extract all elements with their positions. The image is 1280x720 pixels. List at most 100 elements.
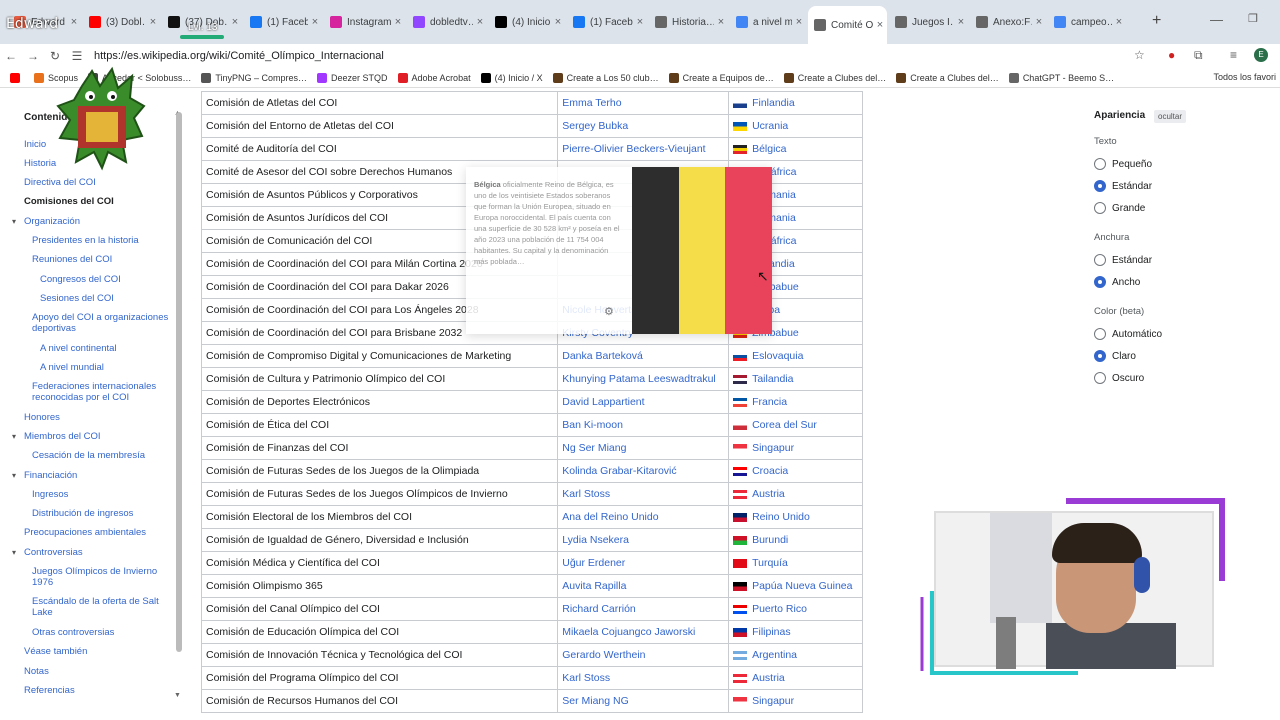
chair-link[interactable]: Lydia Nsekera <box>557 528 730 552</box>
toc-item[interactable]: Juegos Olímpicos de Invierno 1976 <box>32 566 174 588</box>
close-icon[interactable]: × <box>146 16 160 28</box>
toc-scrollbar[interactable] <box>176 112 182 652</box>
toc-item[interactable]: Comisiones del COI <box>24 196 114 207</box>
country-link[interactable]: Argentina <box>752 649 797 661</box>
close-icon[interactable]: × <box>67 16 81 28</box>
toc-item[interactable]: A nivel continental <box>40 343 117 354</box>
toc-item[interactable]: Apoyo del COI a organizaciones deportiva… <box>32 312 174 334</box>
toc-item[interactable]: Reuniones del COI <box>32 254 112 265</box>
gear-icon[interactable]: ⚙ <box>604 305 614 318</box>
browser-tab[interactable]: (4) Inicio…× <box>489 8 565 36</box>
close-icon[interactable]: × <box>391 16 405 28</box>
chair-link[interactable]: Pierre-Olivier Beckers-Vieujant <box>557 137 730 161</box>
toc-item[interactable]: Directiva del COI <box>24 177 96 188</box>
toc-item[interactable]: Presidentes en la historia <box>32 235 139 246</box>
radio-button[interactable] <box>1094 350 1106 362</box>
url-field[interactable]: https://es.wikipedia.org/wiki/Comité_Olí… <box>94 50 384 62</box>
close-icon[interactable]: × <box>633 16 647 28</box>
chair-link[interactable]: Auvita Rapilla <box>557 574 730 598</box>
toc-item[interactable]: Ingresos <box>32 489 68 500</box>
appearance-option[interactable]: Pequeño <box>1094 158 1152 170</box>
appearance-option[interactable]: Estándar <box>1094 180 1152 192</box>
close-icon[interactable]: × <box>792 16 806 28</box>
browser-tab[interactable]: Historia… × <box>649 8 728 36</box>
menu-list-icon[interactable]: ≡ <box>1230 48 1237 62</box>
radio-button[interactable] <box>1094 372 1106 384</box>
chair-link[interactable]: David Lappartient <box>557 390 730 414</box>
chair-link[interactable]: Ana del Reino Unido <box>557 505 730 529</box>
chair-link[interactable]: Karl Stoss <box>557 482 730 506</box>
close-icon[interactable]: × <box>873 19 887 31</box>
bookmark-item[interactable] <box>10 72 24 83</box>
country-link[interactable]: Austria <box>752 672 785 684</box>
restore-icon[interactable]: ❐ <box>1248 12 1258 25</box>
chair-link[interactable]: Ng Ser Miang <box>557 436 730 460</box>
chair-link[interactable]: Karl Stoss <box>557 666 730 690</box>
scroll-down-icon[interactable]: ▼ <box>174 692 181 699</box>
close-icon[interactable]: × <box>473 16 487 28</box>
back-icon[interactable]: ← <box>0 49 22 63</box>
country-link[interactable]: Francia <box>752 396 787 408</box>
toc-item[interactable]: Controversias <box>24 547 83 558</box>
browser-tab[interactable]: Comité O…× <box>808 6 887 44</box>
browser-tab[interactable]: dobledtv…× <box>407 8 487 36</box>
close-icon[interactable]: × <box>954 16 968 28</box>
toc-item[interactable]: Financiación <box>24 470 77 481</box>
close-icon[interactable]: × <box>1112 16 1126 28</box>
appearance-option[interactable]: Estándar <box>1094 254 1152 266</box>
radio-button[interactable] <box>1094 276 1106 288</box>
browser-tab[interactable]: a nivel m…× <box>730 8 806 36</box>
browser-tab[interactable]: campeo…× <box>1048 8 1126 36</box>
browser-tab[interactable]: Anexo:F…× <box>970 8 1046 36</box>
toc-item[interactable]: Notas <box>24 666 49 677</box>
radio-button[interactable] <box>1094 254 1106 266</box>
country-link[interactable]: Croacia <box>752 465 788 477</box>
chevron-down-icon[interactable]: ▾ <box>12 471 16 480</box>
close-icon[interactable]: × <box>714 16 728 28</box>
country-link[interactable]: Reino Unido <box>752 511 810 523</box>
extensions-icon[interactable]: ⧉ <box>1194 48 1203 63</box>
radio-button[interactable] <box>1094 180 1106 192</box>
chair-link[interactable]: Kolinda Grabar-Kitarović <box>557 459 730 483</box>
appearance-option[interactable]: Grande <box>1094 202 1145 214</box>
toc-item[interactable]: Sesiones del COI <box>40 293 114 304</box>
bookmark-item[interactable]: Create a Los 50 club… <box>552 72 659 83</box>
profile-avatar[interactable]: E <box>1254 48 1268 62</box>
browser-tab[interactable]: (1) Faceb…× <box>567 8 647 36</box>
country-link[interactable]: Singapur <box>752 695 794 707</box>
chair-link[interactable]: Khunying Patama Leeswadtrakul <box>557 367 730 391</box>
country-link[interactable]: Singapur <box>752 442 794 454</box>
country-link[interactable]: Turquía <box>752 557 788 569</box>
appearance-option[interactable]: Claro <box>1094 350 1136 362</box>
chair-link[interactable]: Ban Ki-moon <box>557 413 730 437</box>
all-bookmarks-button[interactable]: Todos los favori <box>1213 72 1276 82</box>
country-link[interactable]: Papúa Nueva Guinea <box>752 580 852 592</box>
chair-link[interactable]: Mikaela Cojuangco Jaworski <box>557 620 730 644</box>
chevron-down-icon[interactable]: ▾ <box>12 548 16 557</box>
bookmark-item[interactable]: Adobe Acrobat <box>397 72 471 83</box>
toc-item[interactable]: Escándalo de la oferta de Salt Lake <box>32 596 174 618</box>
chair-link[interactable]: Sergey Bubka <box>557 114 730 138</box>
bookmark-item[interactable]: ChatGPT - Beemo S… <box>1008 72 1114 83</box>
radio-button[interactable] <box>1094 328 1106 340</box>
toc-item[interactable]: Véase también <box>24 646 87 657</box>
chevron-down-icon[interactable]: ▾ <box>12 217 16 226</box>
country-link[interactable]: Bélgica <box>752 143 786 155</box>
browser-tab[interactable]: (3) Dobl…× <box>83 8 160 36</box>
browser-tab[interactable]: (1) Faceb…× <box>244 8 322 36</box>
toc-item[interactable]: Otras controversias <box>32 627 114 638</box>
chair-link[interactable]: Emma Terho <box>557 91 730 115</box>
bookmark-item[interactable]: (4) Inicio / X <box>480 72 543 83</box>
browser-tab[interactable]: Instagram × <box>324 8 405 36</box>
toc-item[interactable]: A nivel mundial <box>40 362 104 373</box>
country-link[interactable]: Finlandia <box>752 97 795 109</box>
toc-item[interactable]: Congresos del COI <box>40 274 121 285</box>
country-link[interactable]: Austria <box>752 488 785 500</box>
appearance-option[interactable]: Oscuro <box>1094 372 1144 384</box>
country-link[interactable]: Ucrania <box>752 120 788 132</box>
country-link[interactable]: Corea del Sur <box>752 419 817 431</box>
toc-item[interactable]: Organización <box>24 216 80 227</box>
extension-record-icon[interactable]: ● <box>1168 48 1175 62</box>
bookmark-item[interactable]: Create a Equipos de… <box>668 72 774 83</box>
toc-item[interactable]: Cesación de la membresía <box>32 450 145 461</box>
